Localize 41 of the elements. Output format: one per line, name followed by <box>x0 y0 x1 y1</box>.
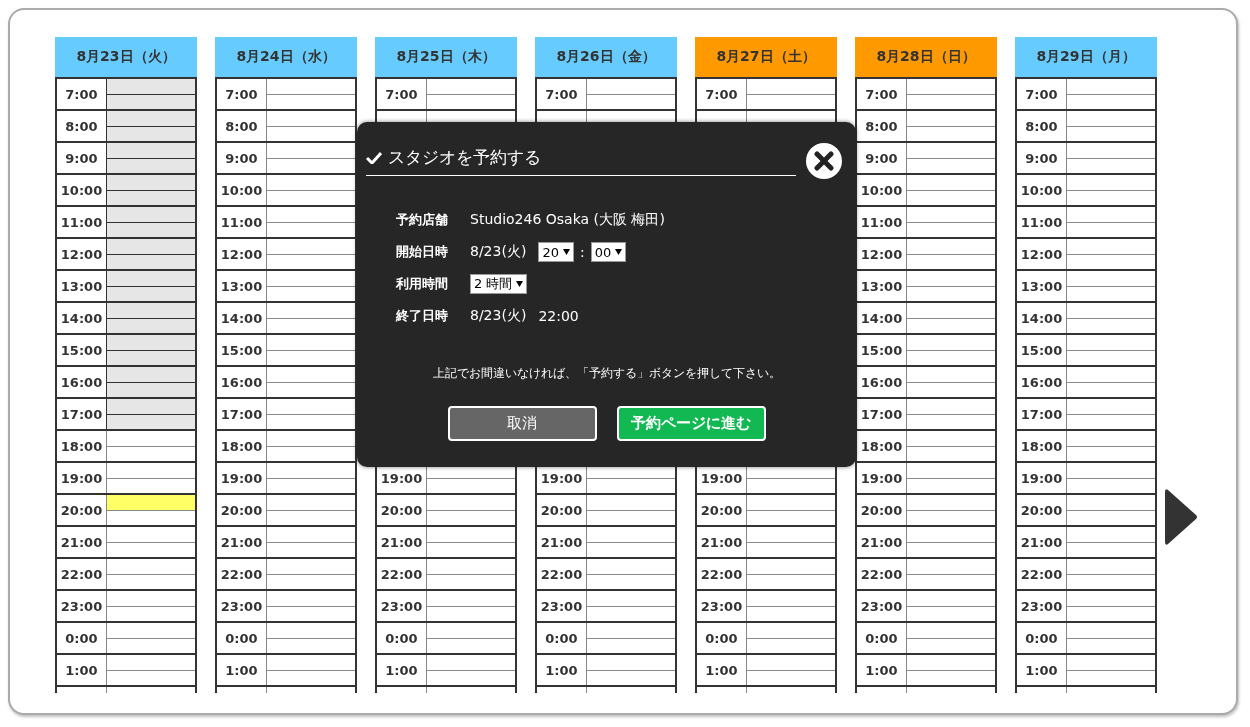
dropdown[interactable]: 2 時間 <box>470 274 528 294</box>
booked-slot[interactable] <box>107 175 195 191</box>
caret-icon <box>562 249 570 255</box>
booked-slot[interactable] <box>107 271 195 287</box>
day-header: 8月29日（月） <box>1015 37 1157 77</box>
selected-slot[interactable] <box>107 495 195 511</box>
field-label: 予約店舗 <box>396 211 449 229</box>
cancel-button[interactable]: 取消 <box>447 406 597 441</box>
booked-slot[interactable] <box>107 207 195 223</box>
close-button[interactable] <box>806 143 842 179</box>
booked-slot[interactable] <box>107 239 195 255</box>
booked-slot[interactable] <box>107 303 195 319</box>
close-icon <box>814 151 834 171</box>
field-label: 終了日時 <box>396 307 449 325</box>
dropdown[interactable]: 00 <box>590 242 627 262</box>
dialog-title: スタジオを予約する <box>388 146 541 169</box>
caret-icon <box>516 281 524 287</box>
booked-slot[interactable] <box>107 367 195 383</box>
day-header: 8月23日（火） <box>55 37 197 77</box>
field-label: 利用時間 <box>396 275 449 293</box>
day-header: 8月27日（土） <box>695 37 837 77</box>
day-header: 8月25日（木） <box>375 37 517 77</box>
field-value: : <box>579 244 585 260</box>
day-header: 8月24日（水） <box>215 37 357 77</box>
day-header: 8月26日（金） <box>535 37 677 77</box>
booked-slot[interactable] <box>107 143 195 159</box>
field-value: Studio246 Osaka (大阪 梅田) <box>470 211 665 229</box>
field-label: 開始日時 <box>396 243 449 261</box>
booked-slot[interactable] <box>107 335 195 351</box>
day-header: 8月28日（日） <box>855 37 997 77</box>
dropdown[interactable]: 20 <box>538 242 574 262</box>
field-value: 8/23(火) <box>470 243 527 261</box>
booked-slot[interactable] <box>107 399 195 415</box>
confirmation-note: 上記でお間違いなければ、「予約する」ボタンを押して下さい。 <box>431 365 782 382</box>
field-value: 22:00 <box>538 308 579 324</box>
booked-slot[interactable] <box>107 111 195 127</box>
caret-icon <box>615 249 623 255</box>
booked-slot[interactable] <box>107 79 195 95</box>
field-value: 8/23(火) <box>470 307 527 325</box>
check-icon <box>366 151 382 164</box>
next-arrow-icon[interactable] <box>1164 488 1198 546</box>
